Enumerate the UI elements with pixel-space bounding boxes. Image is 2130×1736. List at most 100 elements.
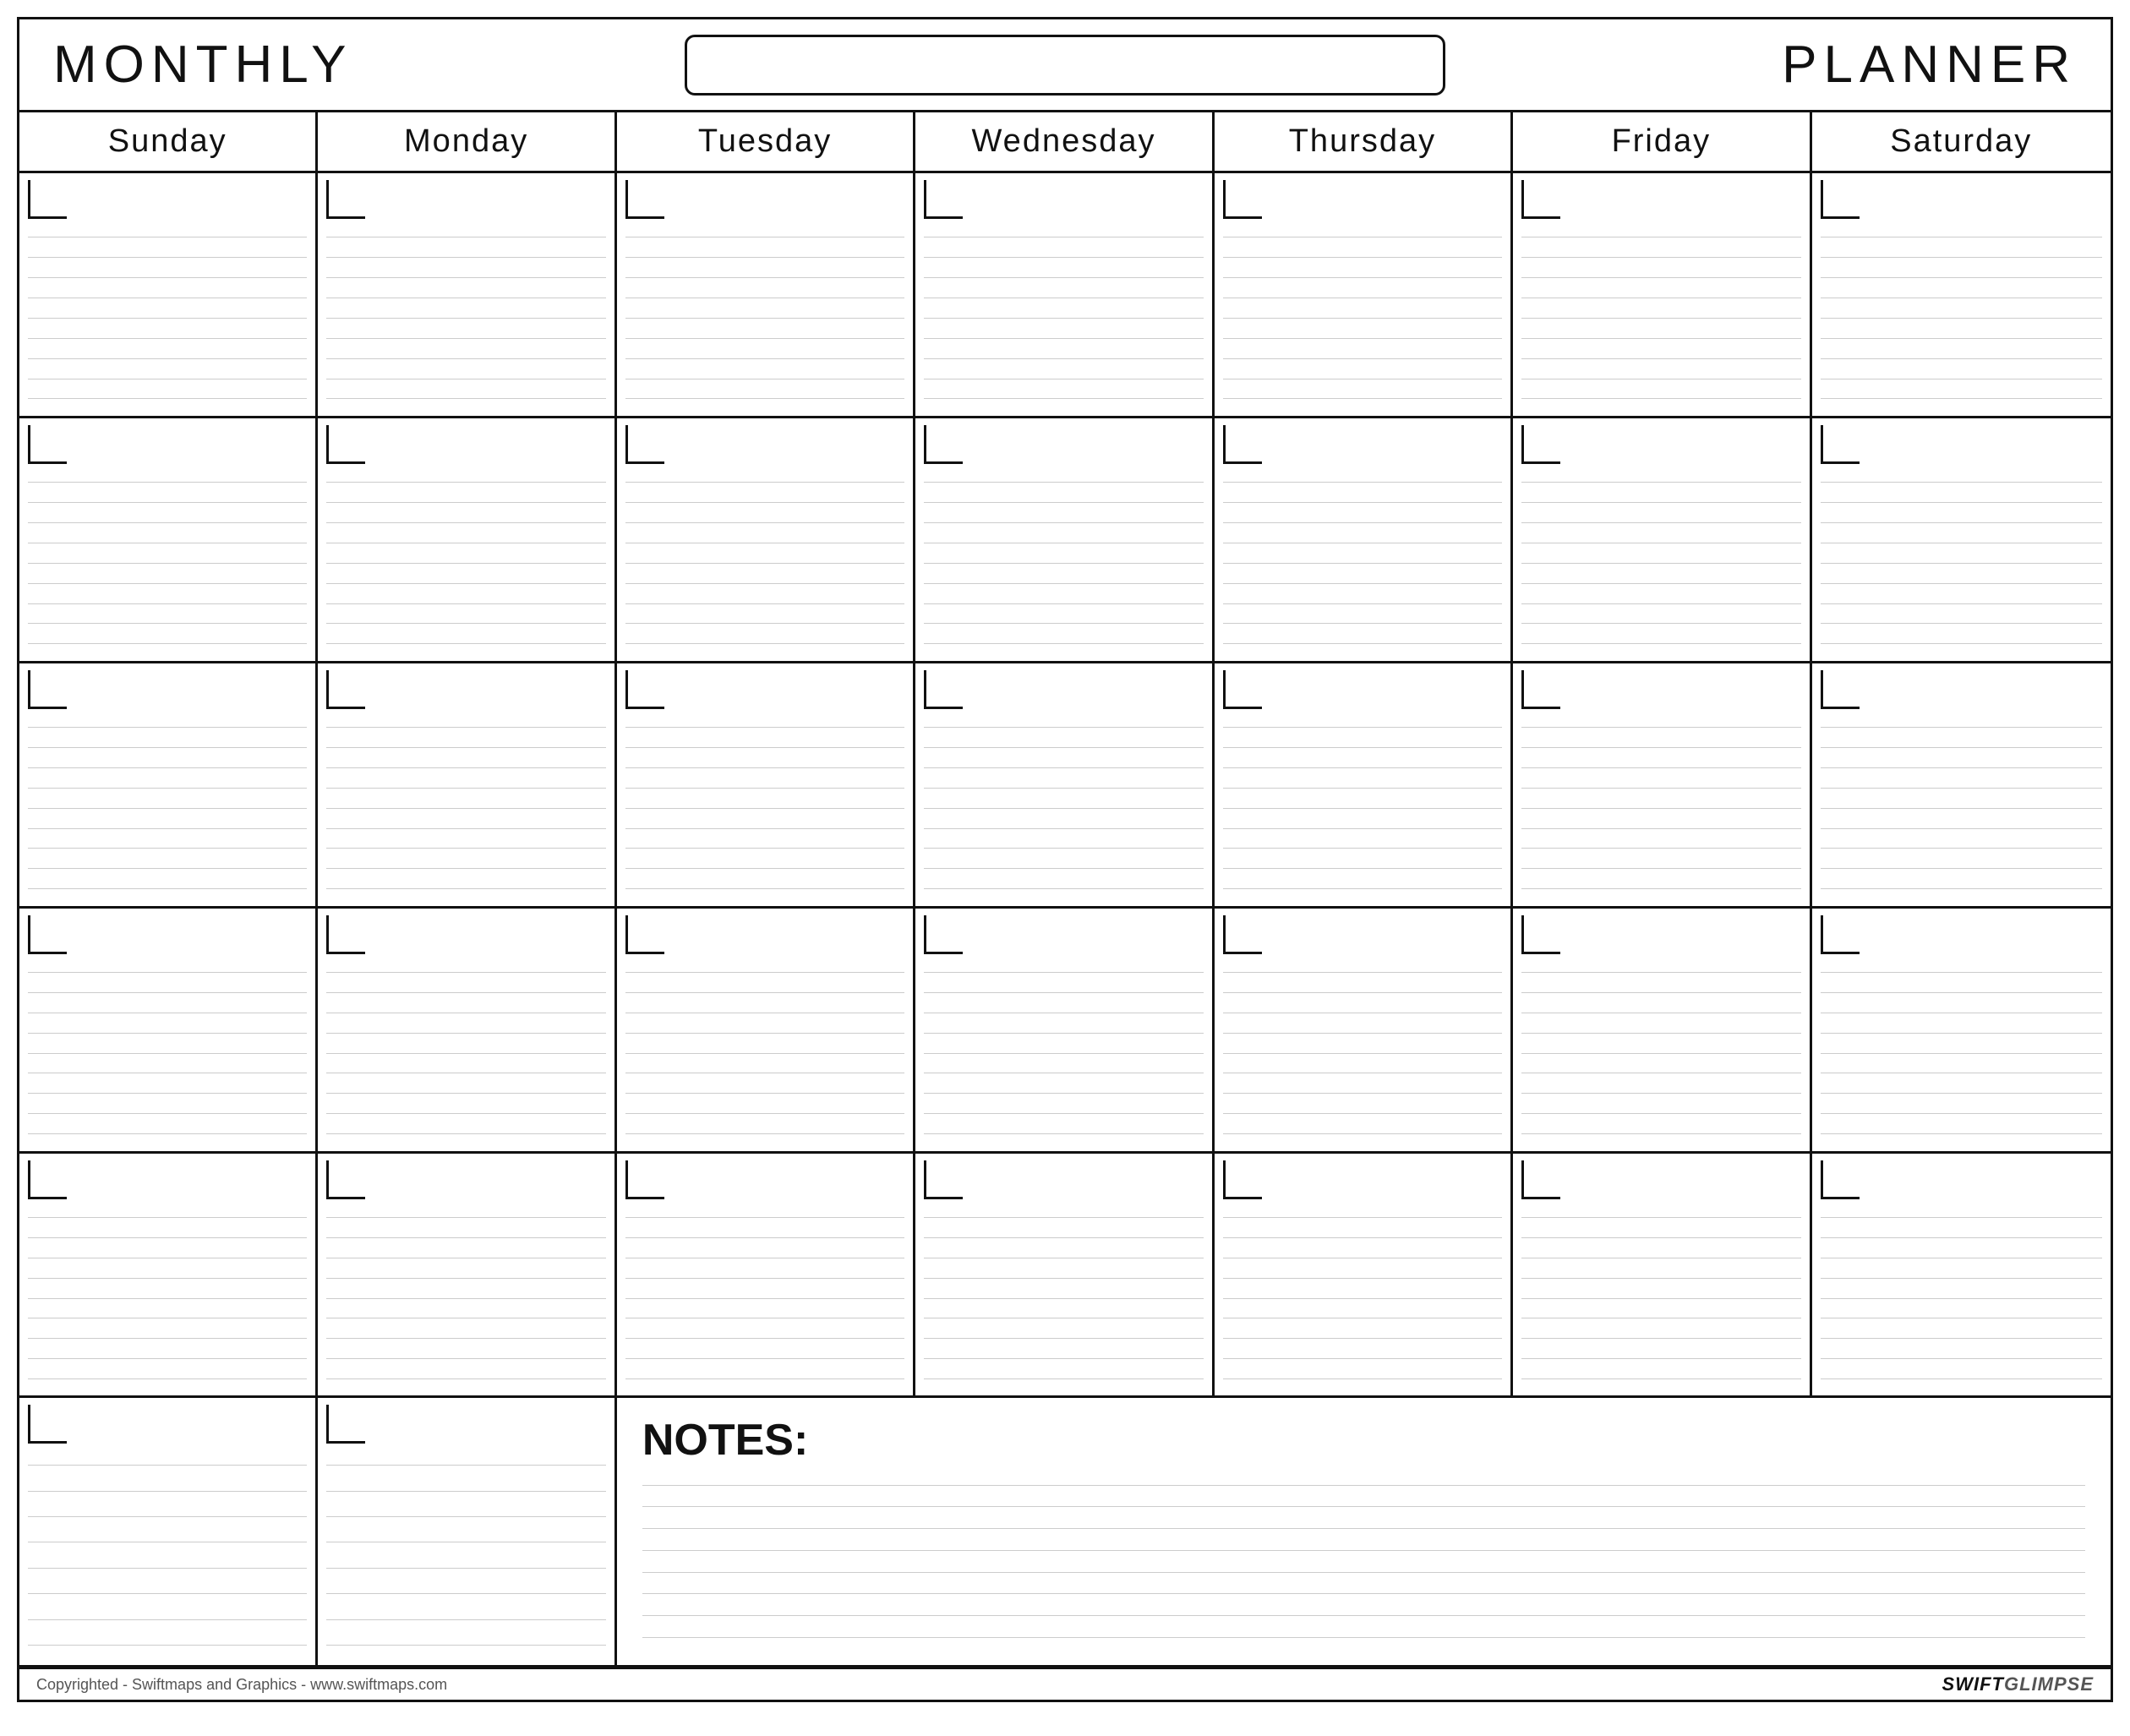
date-box — [1821, 425, 1860, 464]
date-box — [625, 425, 664, 464]
cell-r5-fri[interactable] — [1513, 1154, 1811, 1396]
cell-r1-mon[interactable] — [318, 173, 616, 416]
date-box — [1521, 180, 1560, 219]
cell-r4-sun[interactable] — [19, 909, 318, 1151]
cell-lines — [625, 1204, 904, 1389]
cell-lines — [924, 714, 1203, 899]
cell-r3-thu[interactable] — [1215, 663, 1513, 906]
cell-lines — [625, 224, 904, 409]
date-box — [1223, 180, 1262, 219]
cell-lines — [1521, 1204, 1800, 1389]
cell-lines — [326, 714, 605, 899]
cell-r2-tue[interactable] — [617, 418, 915, 661]
date-box — [924, 915, 963, 954]
planner-label: PLANNER — [1722, 35, 2077, 95]
cell-lines — [326, 469, 605, 654]
cell-r5-thu[interactable] — [1215, 1154, 1513, 1396]
day-header-saturday: Saturday — [1812, 112, 2111, 171]
cell-r1-fri[interactable] — [1513, 173, 1811, 416]
cell-lines — [924, 469, 1203, 654]
cell-r2-thu[interactable] — [1215, 418, 1513, 661]
calendar-row-5 — [19, 1154, 2111, 1399]
date-box — [28, 180, 67, 219]
calendar-grid: NOTES: — [19, 173, 2111, 1668]
brand-swift: SWIFT — [1942, 1673, 2004, 1695]
cell-r4-fri[interactable] — [1513, 909, 1811, 1151]
cell-r3-mon[interactable] — [318, 663, 616, 906]
cell-r2-fri[interactable] — [1513, 418, 1811, 661]
calendar-row-2 — [19, 418, 2111, 663]
day-headers-row: Sunday Monday Tuesday Wednesday Thursday… — [19, 112, 2111, 173]
cell-r5-mon[interactable] — [318, 1154, 616, 1396]
cell-r2-sun[interactable] — [19, 418, 318, 661]
title-input-box[interactable] — [685, 35, 1445, 96]
date-box — [326, 915, 365, 954]
cell-r3-sat[interactable] — [1812, 663, 2111, 906]
notes-area[interactable]: NOTES: — [617, 1398, 2111, 1665]
cell-lines — [1223, 469, 1502, 654]
cell-r3-tue[interactable] — [617, 663, 915, 906]
date-box — [326, 1160, 365, 1199]
cell-lines — [1223, 714, 1502, 899]
cell-lines — [625, 469, 904, 654]
date-box — [28, 670, 67, 709]
cell-r1-sun[interactable] — [19, 173, 318, 416]
date-box — [28, 1160, 67, 1199]
planner-container: MONTHLY PLANNER Sunday Monday Tuesday We… — [17, 17, 2113, 1702]
cell-notes-sun[interactable] — [19, 1398, 318, 1665]
date-box — [1521, 1160, 1560, 1199]
date-box — [625, 915, 664, 954]
notes-row: NOTES: — [19, 1398, 2111, 1668]
date-box — [326, 1405, 365, 1444]
day-header-wednesday: Wednesday — [915, 112, 1214, 171]
cell-r4-thu[interactable] — [1215, 909, 1513, 1151]
date-box — [1521, 670, 1560, 709]
cell-lines — [924, 959, 1203, 1144]
cell-lines — [28, 714, 307, 899]
cell-r2-sat[interactable] — [1812, 418, 2111, 661]
cell-lines — [1223, 1204, 1502, 1389]
cell-lines — [1821, 959, 2102, 1144]
cell-r1-tue[interactable] — [617, 173, 915, 416]
cell-r1-thu[interactable] — [1215, 173, 1513, 416]
cell-r3-sun[interactable] — [19, 663, 318, 906]
cell-r5-tue[interactable] — [617, 1154, 915, 1396]
cell-r2-wed[interactable] — [915, 418, 1214, 661]
date-box — [625, 670, 664, 709]
date-box — [326, 180, 365, 219]
cell-r3-fri[interactable] — [1513, 663, 1811, 906]
day-header-friday: Friday — [1513, 112, 1811, 171]
date-box — [625, 1160, 664, 1199]
cell-notes-mon[interactable] — [318, 1398, 616, 1665]
cell-r1-sat[interactable] — [1812, 173, 2111, 416]
date-box — [1821, 670, 1860, 709]
day-header-sunday: Sunday — [19, 112, 318, 171]
cell-r1-wed[interactable] — [915, 173, 1214, 416]
date-box — [1521, 425, 1560, 464]
calendar-row-1 — [19, 173, 2111, 418]
cell-lines — [1821, 714, 2102, 899]
cell-r2-mon[interactable] — [318, 418, 616, 661]
cell-r5-wed[interactable] — [915, 1154, 1214, 1396]
cell-r3-wed[interactable] — [915, 663, 1214, 906]
cell-lines — [1821, 1204, 2102, 1389]
cell-lines — [1821, 224, 2102, 409]
cell-lines — [28, 469, 307, 654]
cell-r4-wed[interactable] — [915, 909, 1214, 1151]
cell-r4-sat[interactable] — [1812, 909, 2111, 1151]
cell-lines — [28, 959, 307, 1144]
cell-r4-mon[interactable] — [318, 909, 616, 1151]
date-box — [1223, 425, 1262, 464]
cell-lines — [625, 959, 904, 1144]
cell-r4-tue[interactable] — [617, 909, 915, 1151]
date-box — [1223, 670, 1262, 709]
cell-lines — [1223, 224, 1502, 409]
cell-lines — [924, 224, 1203, 409]
calendar-row-4 — [19, 909, 2111, 1154]
cell-lines — [326, 1204, 605, 1389]
cell-r5-sat[interactable] — [1812, 1154, 2111, 1396]
cell-lines — [326, 1449, 605, 1658]
cell-r5-sun[interactable] — [19, 1154, 318, 1396]
day-header-monday: Monday — [318, 112, 616, 171]
cell-lines — [924, 1204, 1203, 1389]
